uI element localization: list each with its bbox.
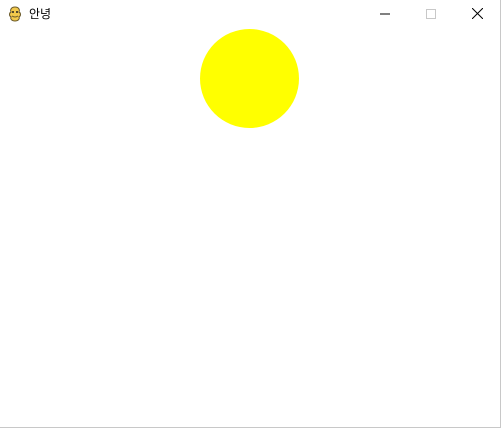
close-button[interactable] xyxy=(454,0,500,29)
yellow-circle xyxy=(200,29,299,128)
game-canvas[interactable] xyxy=(0,29,500,427)
minimize-icon xyxy=(380,6,390,24)
maximize-icon xyxy=(426,6,436,24)
window-title: 안녕 xyxy=(29,7,52,21)
maximize-button[interactable] xyxy=(408,0,454,29)
minimize-button[interactable] xyxy=(362,0,408,29)
close-icon xyxy=(471,6,483,24)
pygame-snake-icon xyxy=(8,6,22,22)
app-window: 안녕 xyxy=(0,0,501,428)
title-bar[interactable]: 안녕 xyxy=(0,0,500,29)
